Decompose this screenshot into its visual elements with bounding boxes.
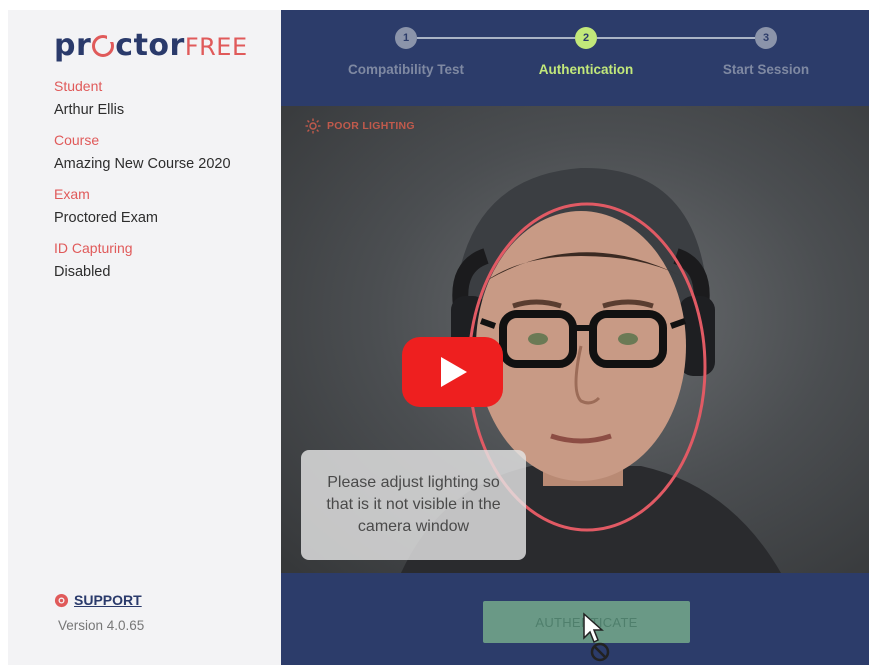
step-2-dot: 2 <box>575 27 597 49</box>
step-1-dot: 1 <box>395 27 417 49</box>
support-label: SUPPORT <box>74 592 142 608</box>
progress-stepper: 1 2 3 Compatibility Test Authentication … <box>281 10 869 106</box>
app-window: pr ctorFREE Student Arthur Ellis Course A… <box>0 0 869 669</box>
poor-lighting-label: POOR LIGHTING <box>327 120 415 132</box>
lifebuoy-icon <box>54 593 69 607</box>
proctorfree-logo: pr ctorFREE <box>54 28 248 63</box>
student-label: Student <box>54 78 103 94</box>
play-icon <box>440 357 467 387</box>
mouse-cursor-not-allowed-icon <box>583 612 610 662</box>
step-3-label: Start Session <box>722 62 810 77</box>
exam-label: Exam <box>54 186 90 202</box>
step-connector <box>417 37 575 39</box>
student-value: Arthur Ellis <box>54 102 125 118</box>
lighting-tooltip: Please adjust lighting so that is it not… <box>301 450 526 560</box>
lighting-tooltip-text: Please adjust lighting so that is it not… <box>326 474 501 535</box>
sun-icon <box>305 118 321 134</box>
step-connector <box>597 37 755 39</box>
youtube-play-button[interactable] <box>402 337 503 407</box>
poor-lighting-warning: POOR LIGHTING <box>305 118 415 134</box>
course-label: Course <box>54 132 100 148</box>
logo-o-ring-icon <box>92 35 115 57</box>
id-capturing-label: ID Capturing <box>54 240 133 256</box>
camera-feed: POOR LIGHTING Please adjust lighting so … <box>281 106 869 573</box>
course-value: Amazing New Course 2020 <box>54 156 231 172</box>
main-panel: 1 2 3 Compatibility Test Authentication … <box>281 10 869 665</box>
step-2-label: Authentication <box>538 62 634 77</box>
exam-value: Proctored Exam <box>54 210 158 226</box>
version-text: Version 4.0.65 <box>58 618 145 633</box>
step-1-label: Compatibility Test <box>347 62 464 77</box>
support-link[interactable]: SUPPORT <box>54 592 142 608</box>
window-edge <box>0 10 8 665</box>
sidebar: pr ctorFREE Student Arthur Ellis Course A… <box>8 10 281 665</box>
id-capturing-value: Disabled <box>54 264 111 280</box>
step-3-dot: 3 <box>755 27 777 49</box>
